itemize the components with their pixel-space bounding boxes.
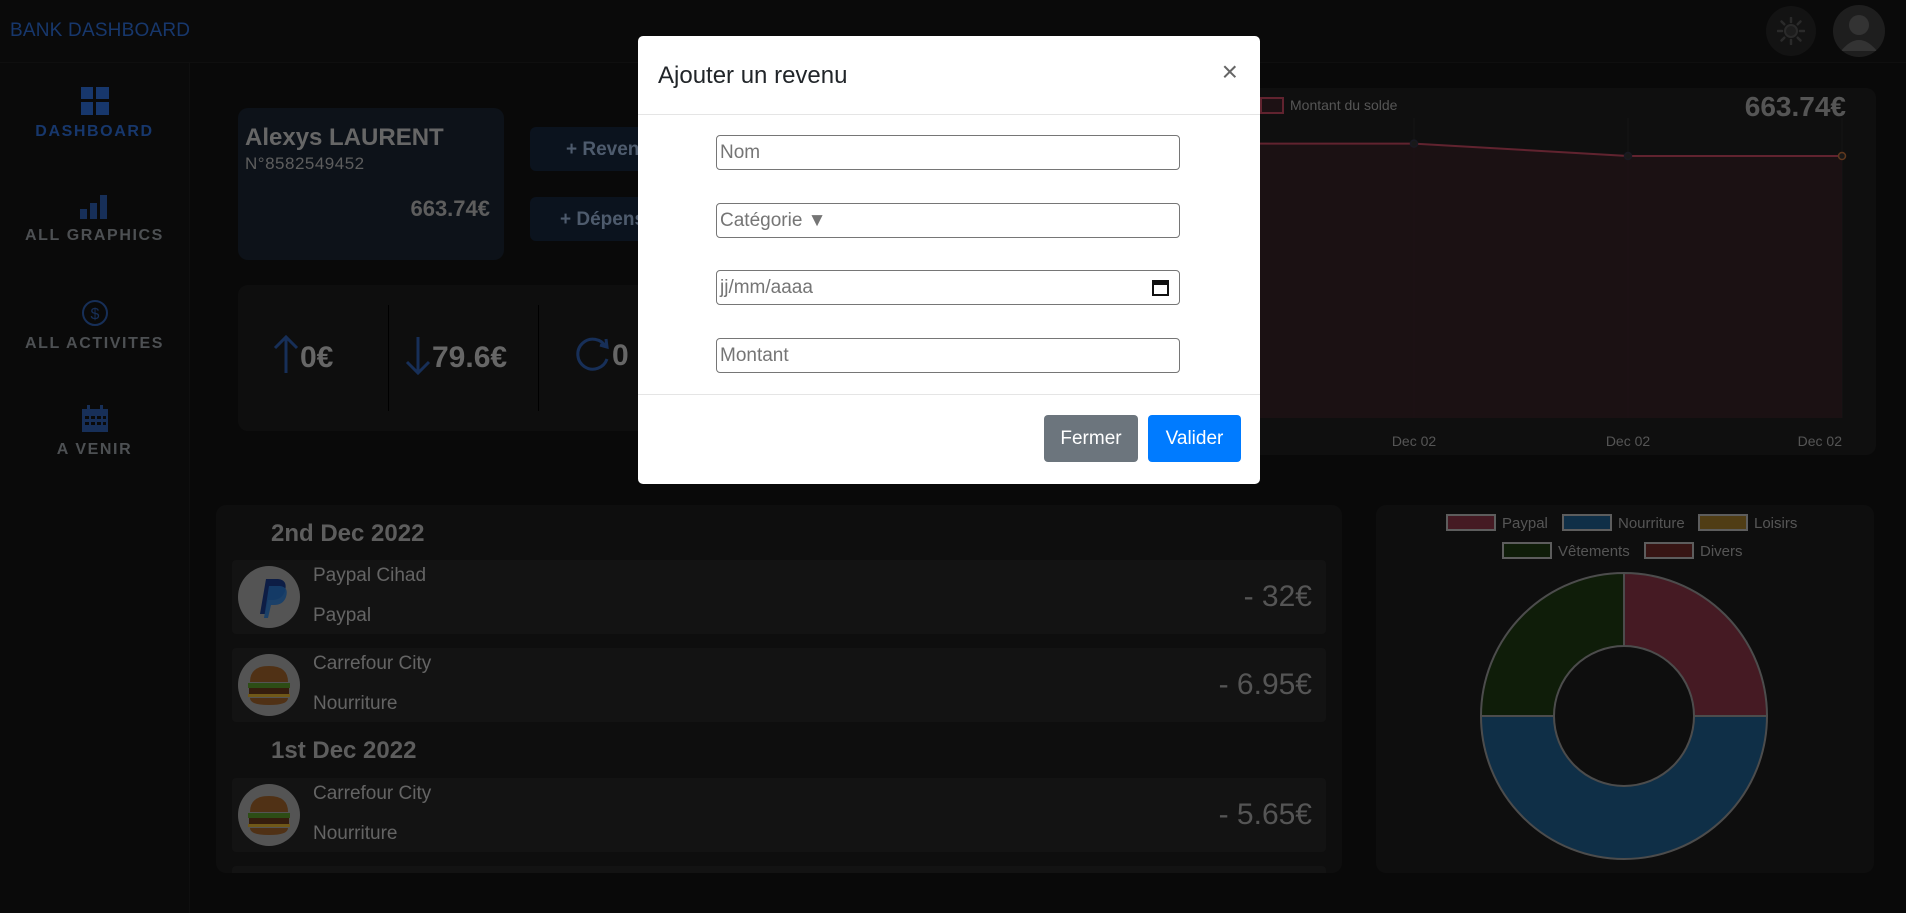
modal-footer: Fermer Valider [638, 394, 1260, 485]
name-placeholder: Nom [720, 142, 761, 163]
close-button[interactable]: Fermer [1044, 415, 1138, 462]
close-icon[interactable]: × [1222, 56, 1238, 88]
date-input[interactable]: jj/mm/aaaa [716, 270, 1180, 305]
category-select[interactable]: Catégorie ▼ [716, 203, 1180, 238]
calendar-picker-icon[interactable] [1152, 279, 1169, 296]
modal-header: Ajouter un revenu × [638, 36, 1260, 115]
amount-placeholder: Montant [720, 345, 789, 366]
category-placeholder: Catégorie ▼ [720, 210, 827, 231]
add-income-modal: Ajouter un revenu × Nom Catégorie ▼ jj/m… [638, 36, 1260, 484]
name-input[interactable]: Nom [716, 135, 1180, 170]
amount-input[interactable]: Montant [716, 338, 1180, 373]
modal-title: Ajouter un revenu [658, 62, 848, 89]
date-placeholder: jj/mm/aaaa [720, 277, 813, 298]
submit-button[interactable]: Valider [1148, 415, 1241, 462]
